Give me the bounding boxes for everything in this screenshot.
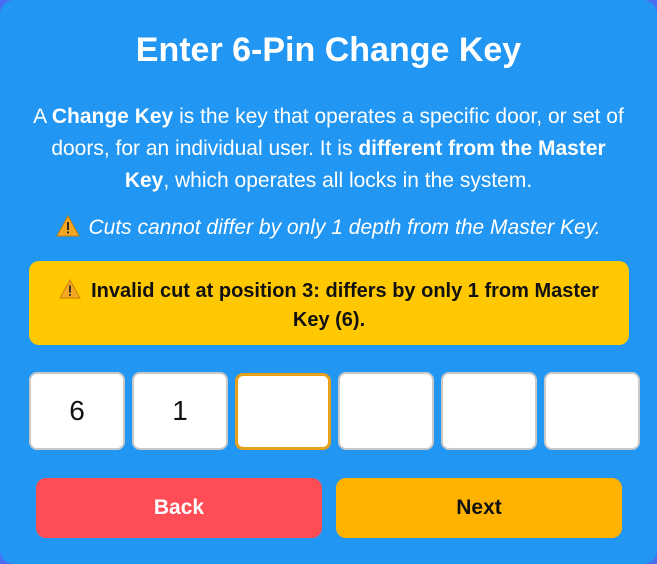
desc-bold-change-key: Change Key (51, 105, 174, 128)
pin-input-3[interactable] (235, 373, 331, 450)
dialog-title: Enter 6-Pin Change Key (135, 31, 522, 69)
warning-icon (56, 214, 81, 246)
pin-input-5[interactable] (441, 372, 537, 450)
alert-warning-icon (59, 278, 81, 307)
change-key-dialog: Enter 6-Pin Change Key A Change Key is t… (0, 0, 657, 564)
alert-text: Invalid cut at position 3: differs by on… (91, 280, 599, 331)
pin-inputs (29, 372, 640, 450)
pin-input-4[interactable] (338, 372, 434, 450)
pin-input-1[interactable] (29, 372, 125, 450)
next-button[interactable]: Next (336, 478, 622, 538)
pin-input-2[interactable] (132, 372, 228, 450)
desc-text-1: A (33, 105, 52, 128)
note-text: Cuts cannot differ by only 1 depth from … (88, 216, 601, 239)
dialog-description: A Change Key is the key that operates a … (30, 101, 627, 197)
depth-note: Cuts cannot differ by only 1 depth from … (0, 213, 657, 246)
back-button[interactable]: Back (36, 478, 322, 538)
desc-text-3: , which operates all locks in the system… (163, 169, 533, 192)
pin-input-6[interactable] (544, 372, 640, 450)
error-alert: Invalid cut at position 3: differs by on… (29, 261, 629, 345)
